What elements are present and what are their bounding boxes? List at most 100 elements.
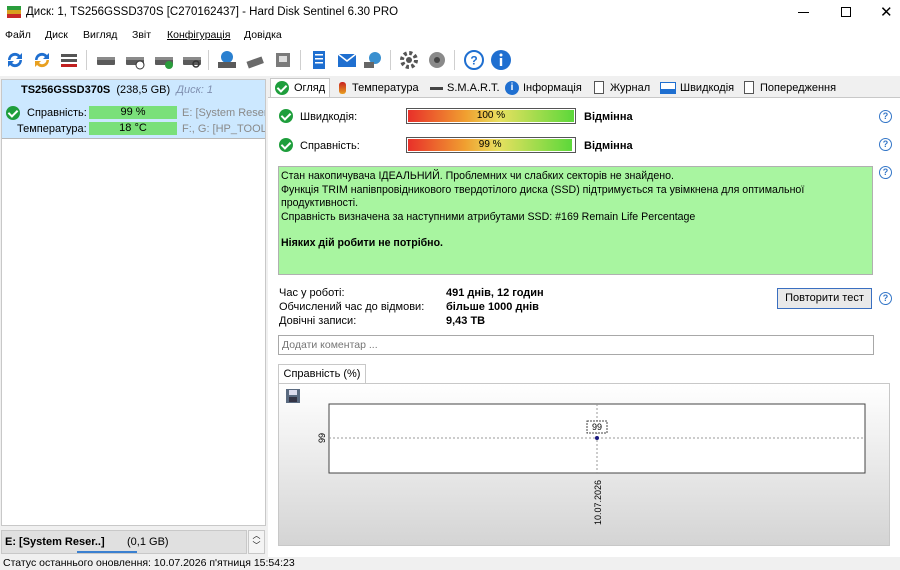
menu-config[interactable]: Конфігурація	[167, 29, 230, 41]
window-title: Диск: 1, TS256GSSD370S [C270162437] - Ha…	[26, 6, 399, 18]
health-mini-bar: 99 %	[89, 106, 177, 119]
writes-value: 9,43 TB	[446, 315, 486, 327]
temperature-mini-bar: 18 °C	[89, 122, 177, 135]
menu-disk[interactable]: Диск	[45, 29, 68, 41]
disk-tool-icon[interactable]	[244, 49, 266, 71]
speed-value: 100 %	[476, 110, 506, 121]
scroll-down-icon[interactable]: ﹀	[249, 541, 264, 551]
health-ok-icon	[6, 106, 20, 120]
temperature-label: Температура:	[17, 123, 87, 135]
volume-panel[interactable]: E: [System Reser..] (0,1 GB)	[1, 530, 247, 554]
menu-file[interactable]: Файл	[5, 29, 31, 41]
health-value: 99 %	[478, 139, 502, 150]
hdd-clock-icon[interactable]	[124, 49, 146, 71]
info-icon[interactable]	[490, 49, 512, 71]
toolbar-separator	[86, 50, 87, 70]
disk-name: TS256GSSD370S	[21, 84, 111, 96]
tab-information[interactable]: i Інформація	[504, 79, 582, 98]
x-tick-label: 10.07.2026	[593, 480, 603, 525]
tab-alerts[interactable]: Попередження	[742, 79, 836, 98]
refresh-all-icon[interactable]	[31, 49, 53, 71]
desc-line: Справність визначена за наступними атриб…	[281, 210, 696, 223]
data-label: 99	[592, 422, 602, 432]
desc-line: Стан накопичувача ІДЕАЛЬНИЙ. Проблемних …	[281, 170, 674, 182]
help-icon[interactable]: ?	[463, 49, 485, 71]
retest-button[interactable]: Повторити тест	[777, 288, 872, 309]
desc-line: Функція TRIM напівпровідникового твердот…	[281, 183, 805, 196]
speed-help-icon[interactable]: ?	[879, 110, 892, 123]
health-help-icon[interactable]: ?	[879, 138, 892, 151]
disk-list-panel: TS256GSSD370S (238,5 GB) Диск: 1 Справні…	[1, 79, 266, 526]
scroll-up-icon[interactable]: ︿	[249, 531, 264, 541]
title-bar: Диск: 1, TS256GSSD370S [C270162437] - Ha…	[0, 0, 900, 26]
overview-panel: Швидкодія: 100 % Відмінна ? Справність: …	[268, 97, 900, 557]
svg-text:?: ?	[470, 54, 477, 68]
report-icon[interactable]	[308, 49, 330, 71]
log-icon	[594, 81, 604, 94]
hdd-icon[interactable]	[95, 49, 117, 71]
status-text: Статус останнього оновлення: 10.07.2026 …	[3, 557, 295, 569]
alerts-icon	[744, 81, 754, 94]
health-value: 99 %	[120, 106, 146, 118]
uptime-label: Час у роботі:	[279, 287, 345, 299]
speed-label: Швидкодія:	[300, 111, 358, 123]
speed-rating: Відмінна	[584, 111, 633, 123]
chart-tab[interactable]: Справність (%)	[278, 364, 366, 384]
retest-help-icon[interactable]: ?	[879, 292, 892, 305]
backup-icon[interactable]	[272, 49, 294, 71]
menu-bar: Файл Диск Вигляд Звіт Конфігурація Довід…	[0, 26, 900, 44]
sound-icon[interactable]	[426, 49, 448, 71]
writes-label: Довічні записи:	[279, 315, 357, 327]
health-rating: Відмінна	[584, 140, 633, 152]
tab-smart[interactable]: S.M.A.R.T.	[428, 79, 500, 98]
health-chart: 99 10.07.2026 99	[317, 403, 866, 525]
tab-performance[interactable]: Швидкодія	[658, 79, 734, 98]
menu-view[interactable]: Вигляд	[83, 29, 117, 41]
chart-container: 99 10.07.2026 99	[278, 383, 890, 546]
volume-name: E: [System Reser..]	[5, 536, 105, 548]
status-description: Стан накопичувача ІДЕАЛЬНИЙ. Проблемних …	[278, 166, 873, 275]
temperature-volume: F:, G: [HP_TOOLS	[182, 123, 265, 135]
globe-disk-icon[interactable]	[216, 49, 238, 71]
volume-usage-bar	[77, 551, 137, 553]
performance-icon	[660, 82, 676, 94]
ttf-label: Обчислений час до відмови:	[279, 301, 425, 313]
comment-input[interactable]	[278, 335, 874, 355]
speed-bar: 100 %	[406, 108, 576, 124]
overview-tab-icon	[275, 81, 289, 95]
toolbar-separator	[208, 50, 209, 70]
settings-icon[interactable]	[398, 49, 420, 71]
health-bar-fill: 99 %	[408, 139, 573, 151]
y-tick-label: 99	[317, 433, 327, 443]
volume-size: (0,1 GB)	[127, 536, 169, 548]
minimize-icon[interactable]	[798, 12, 809, 13]
tab-overview[interactable]: Огляд	[270, 78, 330, 99]
toolbar-separator	[390, 50, 391, 70]
speed-ok-icon	[279, 109, 293, 123]
toolbar-separator	[300, 50, 301, 70]
data-point	[595, 436, 599, 440]
health-bar: 99 %	[406, 137, 576, 153]
hdd-check-icon[interactable]	[153, 49, 175, 71]
desc-line: продуктивності.	[281, 197, 359, 209]
app-icon	[7, 6, 21, 18]
maximize-icon[interactable]	[841, 7, 851, 17]
tab-log[interactable]: Журнал	[592, 79, 650, 98]
speed-bar-fill: 100 %	[408, 110, 574, 122]
disk-list-item[interactable]: TS256GSSD370S (238,5 GB) Диск: 1 Справні…	[2, 80, 265, 139]
menu-help[interactable]: Довідка	[244, 29, 282, 41]
volume-scrollbar[interactable]: ︿ ﹀	[248, 530, 265, 554]
menu-report[interactable]: Звіт	[132, 29, 151, 41]
tab-temperature[interactable]: Температура	[335, 79, 419, 98]
refresh-icon[interactable]	[4, 49, 26, 71]
close-icon[interactable]: ✕	[880, 3, 893, 21]
disk-list-icon[interactable]	[58, 49, 80, 71]
toolbar-separator	[454, 50, 455, 70]
toolbar: ?	[0, 44, 900, 76]
description-help-icon[interactable]: ?	[879, 166, 892, 179]
disk-size: (238,5 GB)	[116, 84, 171, 96]
mail-icon[interactable]	[336, 49, 358, 71]
hdd-search-icon[interactable]	[181, 49, 203, 71]
uptime-value: 491 днів, 12 годин	[446, 287, 544, 299]
network-icon[interactable]	[362, 49, 384, 71]
